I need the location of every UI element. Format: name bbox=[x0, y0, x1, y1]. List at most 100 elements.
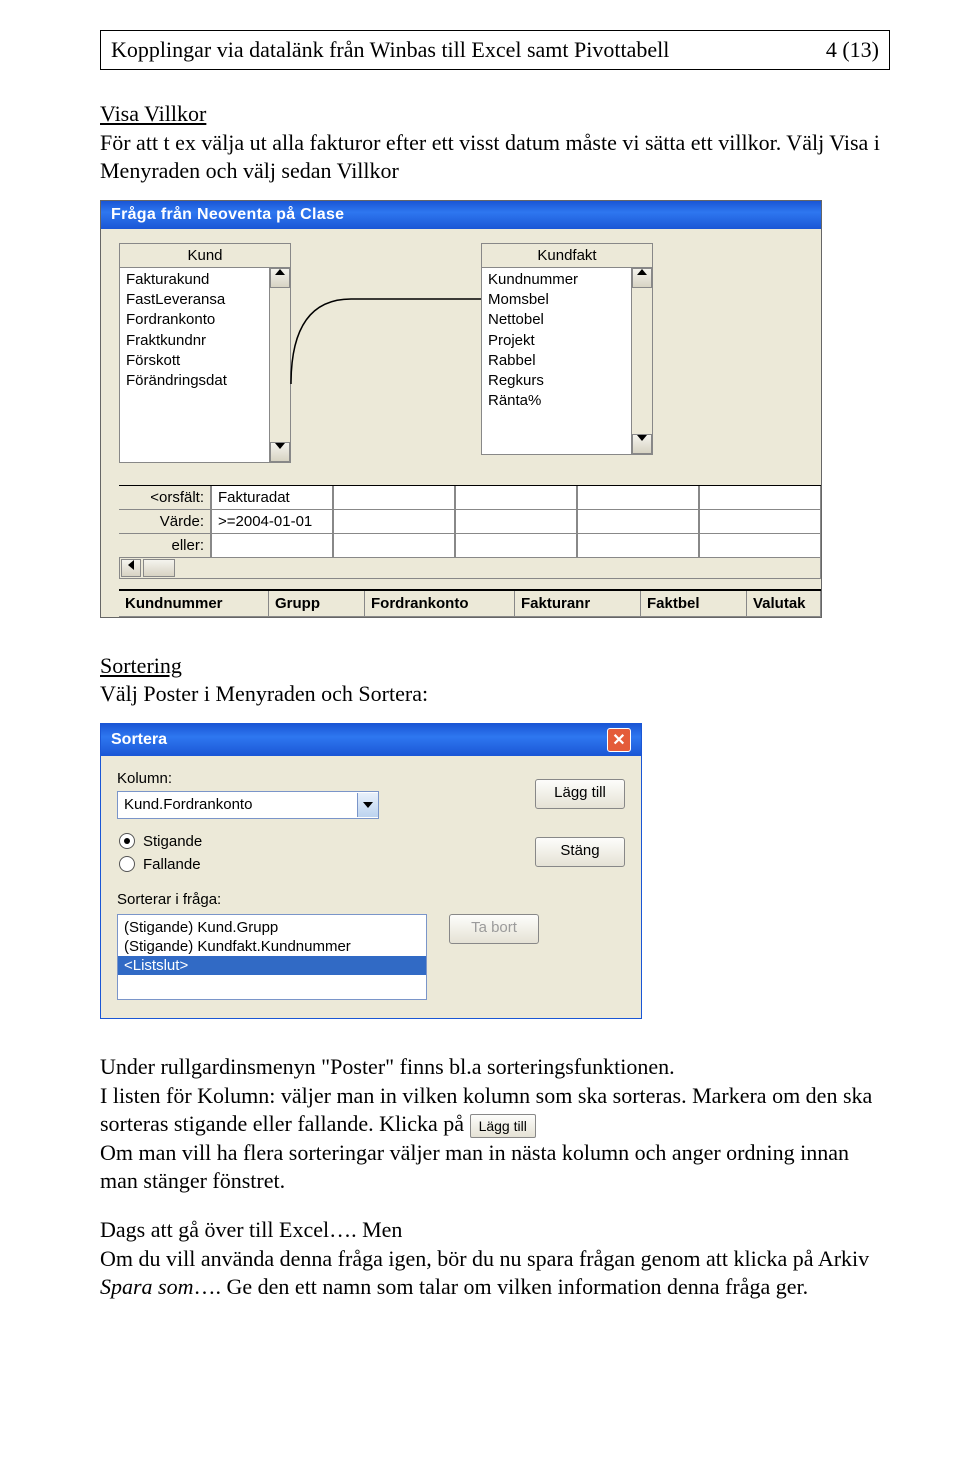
criteria-cell[interactable] bbox=[333, 486, 455, 510]
column-header[interactable]: Fordrankonto bbox=[365, 591, 515, 617]
criteria-cell[interactable] bbox=[699, 510, 821, 534]
window-title-bar: Sortera ✕ bbox=[101, 724, 641, 756]
header-title: Kopplingar via datalänk från Winbas till… bbox=[111, 37, 669, 63]
paragraph: Dags att gå över till Excel…. Men bbox=[100, 1216, 890, 1245]
button-column: Lägg till bbox=[535, 779, 625, 809]
scroll-down-button[interactable] bbox=[270, 442, 290, 462]
result-columns-header: Kundnummer Grupp Fordrankonto Fakturanr … bbox=[119, 589, 821, 617]
window-title: Sortera bbox=[111, 731, 167, 749]
radio-icon bbox=[119, 856, 135, 872]
scroll-up-button[interactable] bbox=[270, 268, 290, 288]
radio-ascending[interactable]: Stigande bbox=[119, 833, 513, 850]
vertical-scrollbar[interactable] bbox=[269, 268, 290, 462]
criteria-cell[interactable] bbox=[577, 510, 699, 534]
paragraph: Menyraden och välj sedan Villkor bbox=[100, 157, 890, 186]
criteria-cell[interactable] bbox=[577, 534, 699, 558]
list-item[interactable]: (Stigande) Kund.Grupp bbox=[118, 918, 426, 937]
horizontal-scrollbar[interactable] bbox=[119, 558, 821, 579]
field-items: Fakturakund FastLeveransa Fordrankonto F… bbox=[120, 268, 269, 462]
field-item[interactable]: Fordrankonto bbox=[126, 310, 263, 330]
field-item[interactable]: Nettobel bbox=[488, 310, 625, 330]
text-run: Om du vill använda denna fråga igen, bör… bbox=[100, 1246, 869, 1271]
field-item[interactable]: Fakturakund bbox=[126, 270, 263, 290]
field-item[interactable]: FastLeveransa bbox=[126, 290, 263, 310]
scroll-up-button[interactable] bbox=[632, 268, 652, 288]
criteria-cell[interactable] bbox=[455, 510, 577, 534]
text-run: …. Ge den ett namn som talar om vilken i… bbox=[194, 1274, 809, 1299]
column-header[interactable]: Kundnummer bbox=[119, 591, 269, 617]
field-item[interactable]: Förskott bbox=[126, 351, 263, 371]
criteria-grid: <orsfält: Fakturadat Värde: >=2004-01-01… bbox=[119, 485, 821, 558]
section-instructions: Under rullgardinsmenyn "Poster" finns bl… bbox=[100, 1053, 890, 1302]
column-header[interactable]: Fakturanr bbox=[515, 591, 641, 617]
field-item[interactable]: Ränta% bbox=[488, 391, 625, 411]
text-italic: Spara som bbox=[100, 1274, 194, 1299]
radio-group: Stigande Fallande bbox=[117, 827, 513, 877]
table-area: Kund Fakturakund FastLeveransa Fordranko… bbox=[119, 243, 821, 463]
msquery-window-screenshot: Fråga från Neoventa på Clase Kund Faktur… bbox=[100, 200, 890, 618]
msquery-body: Kund Fakturakund FastLeveransa Fordranko… bbox=[101, 229, 821, 617]
criteria-field-label: <orsfält: bbox=[119, 486, 211, 510]
spacer bbox=[100, 1196, 890, 1216]
column-combobox[interactable]: Kund.Fordrankonto bbox=[117, 791, 379, 819]
criteria-field-cell[interactable]: Fakturadat bbox=[211, 486, 333, 510]
heading-sortering: Sortering bbox=[100, 652, 890, 681]
field-items: Kundnummer Momsbel Nettobel Projekt Rabb… bbox=[482, 268, 631, 454]
section-visa-villkor: Visa Villkor För att t ex välja ut alla … bbox=[100, 100, 890, 186]
close-icon: ✕ bbox=[612, 730, 625, 750]
button-column: Stäng bbox=[535, 837, 625, 867]
criteria-cell[interactable] bbox=[333, 534, 455, 558]
paragraph: Om man vill ha flera sorteringar väljer … bbox=[100, 1139, 890, 1196]
sort-dialog-body: Kolumn: Kund.Fordrankonto Lägg till bbox=[101, 756, 641, 1018]
column-value: Kund.Fordrankonto bbox=[118, 796, 357, 813]
document-page: Kopplingar via datalänk från Winbas till… bbox=[0, 0, 960, 1481]
sort-dialog: Sortera ✕ Kolumn: Kund.Fordrankonto L bbox=[100, 723, 642, 1019]
criteria-cell[interactable] bbox=[455, 534, 577, 558]
criteria-value-cell[interactable]: >=2004-01-01 bbox=[211, 510, 333, 534]
field-item[interactable]: Projekt bbox=[488, 331, 625, 351]
scroll-down-button[interactable] bbox=[632, 434, 652, 454]
close-dialog-button[interactable]: Stäng bbox=[535, 837, 625, 867]
criteria-cell[interactable] bbox=[211, 534, 333, 558]
remove-button[interactable]: Ta bort bbox=[449, 914, 539, 944]
scroll-thumb[interactable] bbox=[143, 559, 175, 577]
field-item[interactable]: Momsbel bbox=[488, 290, 625, 310]
criteria-or-label: eller: bbox=[119, 534, 211, 558]
close-button[interactable]: ✕ bbox=[607, 728, 631, 752]
field-item[interactable]: Kundnummer bbox=[488, 270, 625, 290]
sort-listbox[interactable]: (Stigande) Kund.Grupp (Stigande) Kundfak… bbox=[117, 914, 427, 1000]
field-item[interactable]: Regkurs bbox=[488, 371, 625, 391]
list-item-selected[interactable]: <Listslut> bbox=[118, 956, 426, 975]
criteria-cell[interactable] bbox=[455, 486, 577, 510]
column-row: Kolumn: Kund.Fordrankonto Lägg till bbox=[117, 770, 625, 819]
radio-descending[interactable]: Fallande bbox=[119, 856, 513, 873]
add-button[interactable]: Lägg till bbox=[535, 779, 625, 809]
criteria-cell[interactable] bbox=[333, 510, 455, 534]
field-item[interactable]: Fraktkundnr bbox=[126, 331, 263, 351]
chevron-down-icon[interactable] bbox=[357, 793, 378, 817]
column-header[interactable]: Valutak bbox=[747, 591, 821, 617]
table-kundfakt: Kundfakt Kundnummer Momsbel Nettobel Pro… bbox=[481, 243, 653, 455]
column-label: Kolumn: bbox=[117, 770, 513, 787]
criteria-cell[interactable] bbox=[699, 486, 821, 510]
list-item[interactable]: (Stigande) Kundfakt.Kundnummer bbox=[118, 937, 426, 956]
vertical-scrollbar[interactable] bbox=[631, 268, 652, 454]
table-name: Kund bbox=[120, 244, 290, 268]
paragraph: I listen för Kolumn: väljer man in vilke… bbox=[100, 1082, 890, 1111]
criteria-cell[interactable] bbox=[577, 486, 699, 510]
paragraph: Under rullgardinsmenyn "Poster" finns bl… bbox=[100, 1053, 890, 1082]
sort-list-label: Sorterar i fråga: bbox=[117, 891, 625, 908]
radio-icon bbox=[119, 833, 135, 849]
radio-label: Stigande bbox=[143, 833, 202, 850]
text-run: sorteras stigande eller fallande. Klicka… bbox=[100, 1111, 470, 1136]
field-list[interactable]: Fakturakund FastLeveransa Fordrankonto F… bbox=[120, 268, 290, 462]
field-list[interactable]: Kundnummer Momsbel Nettobel Projekt Rabb… bbox=[482, 268, 652, 454]
column-header[interactable]: Grupp bbox=[269, 591, 365, 617]
criteria-cell[interactable] bbox=[699, 534, 821, 558]
column-header[interactable]: Faktbel bbox=[641, 591, 747, 617]
heading-visa-villkor: Visa Villkor bbox=[100, 100, 890, 129]
table-kund: Kund Fakturakund FastLeveransa Fordranko… bbox=[119, 243, 291, 463]
field-item[interactable]: Rabbel bbox=[488, 351, 625, 371]
scroll-left-button[interactable] bbox=[121, 559, 141, 577]
field-item[interactable]: Förändringsdat bbox=[126, 371, 263, 391]
